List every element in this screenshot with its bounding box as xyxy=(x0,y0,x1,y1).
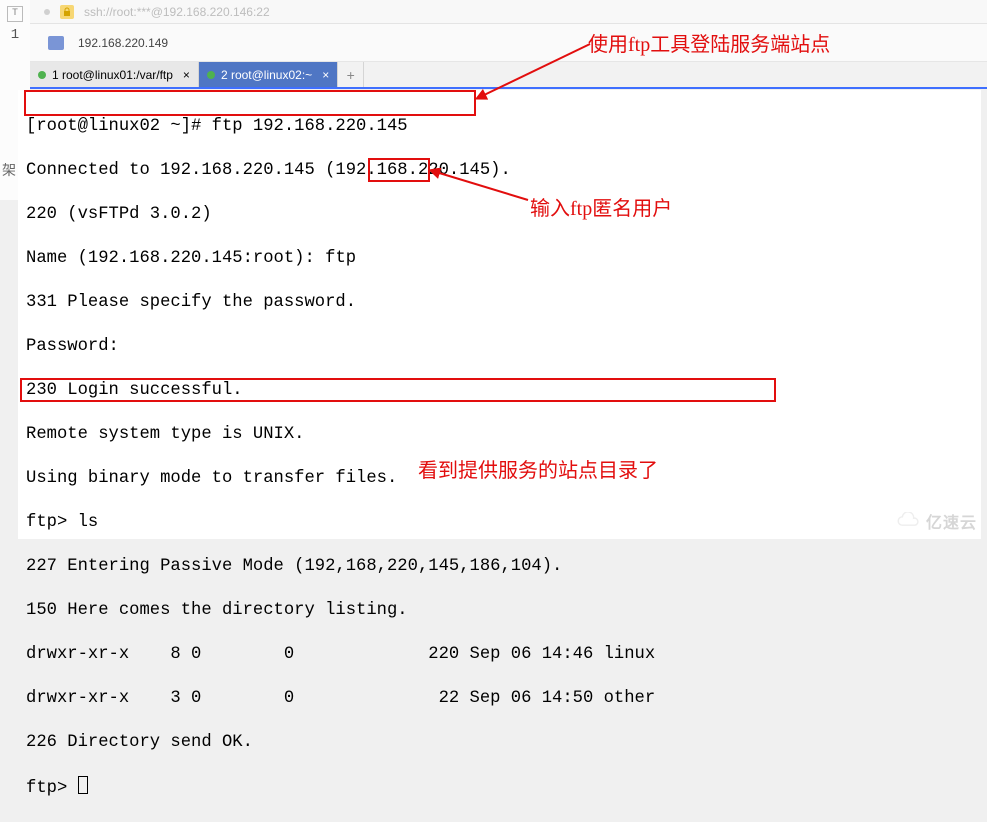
output-line: Remote system type is UNIX. xyxy=(26,424,973,446)
dir-listing-row: drwxr-xr-x 3 0 0 22 Sep 06 14:50 other xyxy=(26,688,973,710)
output-line: 226 Directory send OK. xyxy=(26,732,973,754)
output-line: 220 (vsFTPd 3.0.2) xyxy=(26,204,973,226)
output-line: Connected to 192.168.220.145 (192.168.22… xyxy=(26,160,973,182)
window-title: ssh://root:***@192.168.220.146:22 xyxy=(84,5,270,19)
add-tab-button[interactable]: + xyxy=(338,62,364,88)
close-icon[interactable]: × xyxy=(322,68,329,82)
tab-bar: 1 root@linux01:/var/ftp × 2 root@linux02… xyxy=(30,62,987,88)
output-line: 331 Please specify the password. xyxy=(26,292,973,314)
window-title-bar: ssh://root:***@192.168.220.146:22 xyxy=(30,0,987,24)
close-icon[interactable]: × xyxy=(183,68,190,82)
status-ok-icon xyxy=(207,71,215,79)
output-line: 227 Entering Passive Mode (192,168,220,1… xyxy=(26,556,973,578)
terminal-output[interactable]: [root@linux02 ~]# ftp 192.168.220.145 Co… xyxy=(18,90,981,539)
lock-icon xyxy=(60,5,74,19)
tab-label: 1 root@linux01:/var/ftp xyxy=(52,68,173,82)
cloud-icon xyxy=(894,512,922,530)
shell-prompt: [root@linux02 ~]# xyxy=(26,117,212,136)
name-prompt: Name (192.168.220.145:root): xyxy=(26,249,325,268)
status-dot-icon xyxy=(44,9,50,15)
name-input-value: ftp xyxy=(325,249,356,268)
dir-listing-row: drwxr-xr-x 8 0 0 220 Sep 06 14:46 linux xyxy=(26,644,973,666)
tab-label: 2 root@linux02:~ xyxy=(221,68,312,82)
gutter-line-number: 1 xyxy=(0,26,30,44)
watermark-text: 亿速云 xyxy=(926,509,977,533)
tab-underline xyxy=(30,87,987,89)
ftp-prompt: ftp> xyxy=(26,779,78,798)
watermark: 亿速云 xyxy=(894,509,977,533)
tab-session-2[interactable]: 2 root@linux02:~ × xyxy=(199,62,338,88)
output-line: Password: xyxy=(26,336,973,358)
output-line: 230 Login successful. xyxy=(26,380,973,402)
gutter-caret-icon: 架 xyxy=(2,160,16,180)
cursor-icon xyxy=(78,776,88,794)
ftp-command: ftp> ls xyxy=(26,512,973,534)
address-text: 192.168.220.149 xyxy=(78,36,168,50)
status-ok-icon xyxy=(38,71,46,79)
output-line: 150 Here comes the directory listing. xyxy=(26,600,973,622)
folder-icon xyxy=(48,36,64,50)
address-bar: 192.168.220.149 xyxy=(30,24,987,62)
text-tool-icon: T xyxy=(7,6,23,22)
shell-command-1: ftp 192.168.220.145 xyxy=(212,117,408,136)
output-line: Using binary mode to transfer files. xyxy=(26,468,973,490)
tab-session-1[interactable]: 1 root@linux01:/var/ftp × xyxy=(30,62,199,88)
